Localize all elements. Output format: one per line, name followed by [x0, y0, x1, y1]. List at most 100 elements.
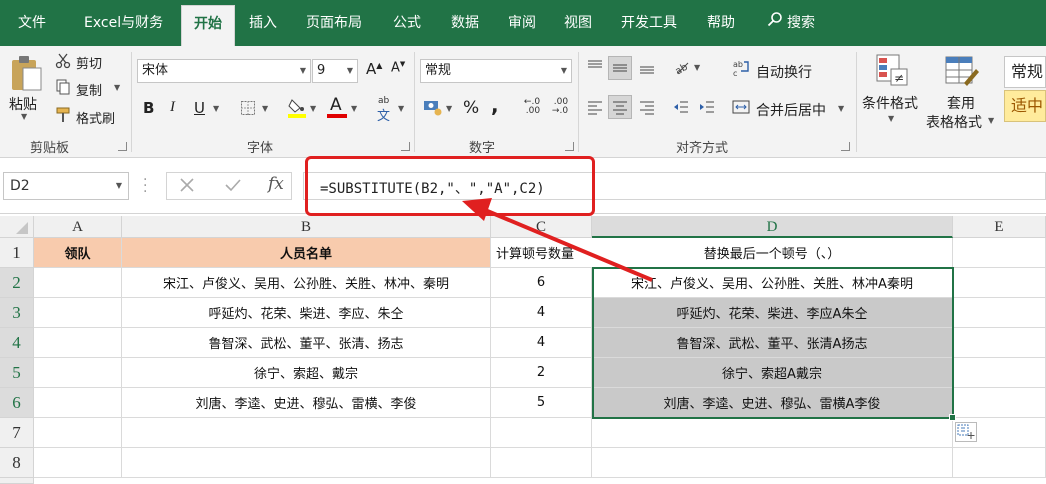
alignment-launcher-icon[interactable] [841, 142, 850, 151]
increase-decimal-icon[interactable]: ←.0.00 [520, 96, 544, 118]
row-header-5[interactable]: 5 [0, 358, 34, 388]
accounting-format-icon[interactable] [422, 96, 444, 118]
accounting-dropdown-icon[interactable]: ▼ [446, 104, 452, 113]
cell-c4[interactable]: 4 [491, 328, 592, 358]
cell-d2[interactable]: 宋江、卢俊义、吴用、公孙胜、关胜、林冲A秦明 [592, 268, 953, 298]
decrease-decimal-icon[interactable]: .00 →.0 [548, 96, 572, 118]
italic-button[interactable]: I [170, 99, 175, 116]
cell-e8[interactable] [953, 448, 1046, 478]
tab-page-layout[interactable]: 页面布局 [306, 0, 362, 46]
clipboard-launcher-icon[interactable] [118, 142, 127, 151]
tab-data[interactable]: 数据 [451, 0, 479, 46]
percent-button[interactable]: % [463, 98, 479, 118]
borders-icon[interactable] [238, 98, 258, 118]
tab-review[interactable]: 审阅 [508, 0, 536, 46]
merge-dropdown-icon[interactable]: ▼ [838, 104, 844, 113]
font-name-select[interactable]: 宋体 ▼ [137, 59, 311, 83]
merge-center-button[interactable]: 合并后居中 [756, 100, 826, 120]
cell-c7[interactable] [491, 418, 592, 448]
conditional-formatting-icon[interactable]: ≠ [874, 52, 910, 88]
font-launcher-icon[interactable] [401, 142, 410, 151]
row-header-9[interactable] [0, 478, 34, 484]
tab-formulas[interactable]: 公式 [393, 0, 421, 46]
cell-e2[interactable] [953, 268, 1046, 298]
scissors-icon[interactable] [54, 52, 72, 70]
align-top-icon[interactable] [584, 56, 606, 78]
font-color-icon[interactable]: A [326, 94, 348, 120]
row-header-3[interactable]: 3 [0, 298, 34, 328]
shrink-font-button[interactable]: A▼ [391, 60, 405, 75]
cell-c5[interactable]: 2 [491, 358, 592, 388]
cell-d7[interactable] [592, 418, 953, 448]
cell-a4[interactable] [34, 328, 122, 358]
cancel-icon[interactable] [178, 176, 196, 198]
copy-button[interactable]: 复制 [76, 80, 102, 99]
name-box[interactable]: D2 ▼ [3, 172, 129, 200]
font-size-select[interactable]: 9 ▼ [312, 59, 358, 83]
align-bottom-icon[interactable] [636, 56, 658, 78]
cell-d5[interactable]: 徐宁、索超A戴宗 [592, 358, 953, 388]
format-as-table-button[interactable]: 表格格式 [926, 112, 982, 132]
borders-dropdown-icon[interactable]: ▼ [262, 104, 268, 113]
row-header-6[interactable]: 6 [0, 388, 34, 418]
style-normal-swatch[interactable]: 常规 [1004, 56, 1046, 88]
cell-b6[interactable]: 刘唐、李逵、史进、穆弘、雷横、李俊 [122, 388, 491, 418]
copy-icon[interactable] [54, 78, 72, 96]
tab-insert[interactable]: 插入 [249, 0, 277, 46]
select-all-corner[interactable] [0, 216, 34, 238]
more-options-icon[interactable]: · · · [143, 173, 147, 199]
row-header-8[interactable]: 8 [0, 448, 34, 478]
number-format-select[interactable]: 常规 ▼ [420, 59, 572, 83]
cell-b7[interactable] [122, 418, 491, 448]
cell-b5[interactable]: 徐宁、索超、戴宗 [122, 358, 491, 388]
paste-button[interactable]: 粘贴 [9, 94, 37, 114]
tab-home[interactable]: 开始 [181, 5, 235, 46]
wrap-text-icon[interactable]: ab c [731, 58, 751, 78]
align-right-icon[interactable] [636, 96, 658, 118]
fill-color-dropdown-icon[interactable]: ▼ [310, 104, 316, 113]
cell-b2[interactable]: 宋江、卢俊义、吴用、公孙胜、关胜、林冲、秦明 [122, 268, 491, 298]
column-header-c[interactable]: C [491, 216, 592, 238]
number-launcher-icon[interactable] [565, 142, 574, 151]
row-header-1[interactable]: 1 [0, 238, 34, 268]
enter-check-icon[interactable] [224, 176, 242, 198]
cell-b3[interactable]: 呼延灼、花荣、柴进、李应、朱仝 [122, 298, 491, 328]
tab-excel-finance[interactable]: Excel与财务 [84, 0, 163, 46]
align-left-icon[interactable] [584, 96, 606, 118]
column-header-e[interactable]: E [953, 216, 1046, 238]
cell-a3[interactable] [34, 298, 122, 328]
cell-d3[interactable]: 呼延灼、花荣、柴进、李应A朱仝 [592, 298, 953, 328]
cell-c1[interactable]: 计算顿号数量 [491, 238, 592, 268]
column-header-a[interactable]: A [34, 216, 122, 238]
cut-button[interactable]: 剪切 [76, 53, 102, 72]
autofill-options-icon[interactable] [955, 422, 977, 442]
column-header-d[interactable]: D [592, 216, 953, 238]
comma-style-button[interactable]: , [491, 93, 499, 117]
underline-dropdown-icon[interactable]: ▼ [213, 104, 219, 113]
phonetic-dropdown-icon[interactable]: ▼ [398, 104, 404, 113]
formula-input[interactable]: =SUBSTITUTE(B2,"、","A",C2) [303, 172, 1046, 200]
cell-e5[interactable] [953, 358, 1046, 388]
tab-file[interactable]: 文件 [18, 0, 46, 46]
cell-b1[interactable]: 人员名单 [122, 238, 491, 268]
fill-color-icon[interactable] [286, 96, 308, 120]
align-center-icon[interactable] [608, 95, 632, 119]
column-header-b[interactable]: B [122, 216, 491, 238]
tab-view[interactable]: 视图 [564, 0, 592, 46]
format-painter-icon[interactable] [54, 106, 72, 124]
cell-c3[interactable]: 4 [491, 298, 592, 328]
paste-icon[interactable] [6, 52, 46, 96]
format-as-table-icon[interactable] [942, 52, 982, 90]
cell-e1[interactable] [953, 238, 1046, 268]
style-neutral-swatch[interactable]: 适中 [1004, 90, 1046, 122]
conditional-formatting-button[interactable]: 条件格式 [862, 93, 918, 113]
cell-c6[interactable]: 5 [491, 388, 592, 418]
cell-c2[interactable]: 6 [491, 268, 592, 298]
format-as-table-label[interactable]: 套用 [947, 93, 975, 113]
cell-e6[interactable] [953, 388, 1046, 418]
fill-handle[interactable] [949, 414, 956, 421]
chevron-down-icon[interactable]: ▼ [21, 112, 27, 121]
cell-e3[interactable] [953, 298, 1046, 328]
cell-c8[interactable] [491, 448, 592, 478]
row-header-4[interactable]: 4 [0, 328, 34, 358]
